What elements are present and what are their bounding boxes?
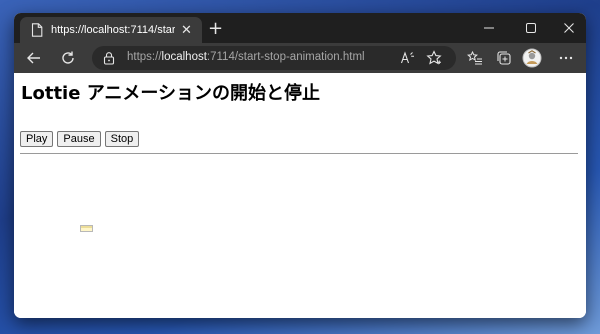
page-content: Lottie アニメーションの開始と停止 Play Pause Stop	[14, 73, 586, 318]
close-icon	[564, 23, 574, 33]
page-icon	[30, 23, 44, 37]
profile-icon	[522, 48, 542, 68]
tab-title: https://localhost:7114/start-stop	[51, 24, 175, 36]
favorite-button[interactable]	[422, 46, 446, 70]
page-heading: Lottie アニメーションの開始と停止	[21, 83, 320, 104]
lottie-animation-placeholder	[80, 225, 93, 232]
play-button[interactable]: Play	[20, 131, 54, 147]
more-button[interactable]	[554, 46, 578, 70]
maximize-button[interactable]	[511, 13, 551, 43]
divider	[20, 153, 578, 154]
favorite-icon	[426, 50, 442, 65]
read-aloud-button[interactable]	[396, 46, 420, 70]
collections-button[interactable]	[492, 46, 516, 70]
refresh-button[interactable]	[56, 46, 80, 70]
back-icon	[27, 52, 40, 64]
url-host: localhost	[161, 51, 207, 63]
refresh-icon	[62, 51, 74, 64]
new-tab-button[interactable]: +	[208, 20, 223, 38]
collections-icon	[497, 51, 511, 65]
more-icon	[559, 56, 573, 60]
browser-toolbar: https://localhost:7114/start-stop-animat…	[14, 43, 586, 73]
minimize-button[interactable]	[469, 13, 509, 43]
back-button[interactable]	[22, 46, 46, 70]
lock-icon[interactable]	[102, 51, 116, 65]
url-path: :7114/start-stop-animation.html	[206, 51, 365, 63]
title-bar: https://localhost:7114/start-stop ✕ +	[14, 13, 586, 43]
read-aloud-icon	[400, 51, 414, 64]
animation-controls: Play Pause Stop	[20, 131, 140, 147]
close-button[interactable]	[549, 13, 586, 43]
favorites-list-button[interactable]	[463, 46, 487, 70]
url-text[interactable]: https://localhost:7114/start-stop-animat…	[127, 51, 365, 63]
address-bar[interactable]: https://localhost:7114/start-stop-animat…	[92, 46, 456, 70]
stop-button[interactable]: Stop	[104, 131, 140, 147]
pause-button[interactable]: Pause	[57, 131, 101, 147]
tab-close-icon[interactable]: ✕	[181, 23, 192, 38]
profile-button[interactable]	[520, 46, 544, 70]
favorites-list-icon	[467, 50, 482, 65]
url-scheme: https://	[127, 51, 162, 63]
browser-tab[interactable]: https://localhost:7114/start-stop ✕	[20, 17, 202, 43]
minimize-icon	[484, 27, 494, 29]
browser-window: https://localhost:7114/start-stop ✕ +	[14, 13, 586, 318]
maximize-icon	[526, 23, 536, 33]
